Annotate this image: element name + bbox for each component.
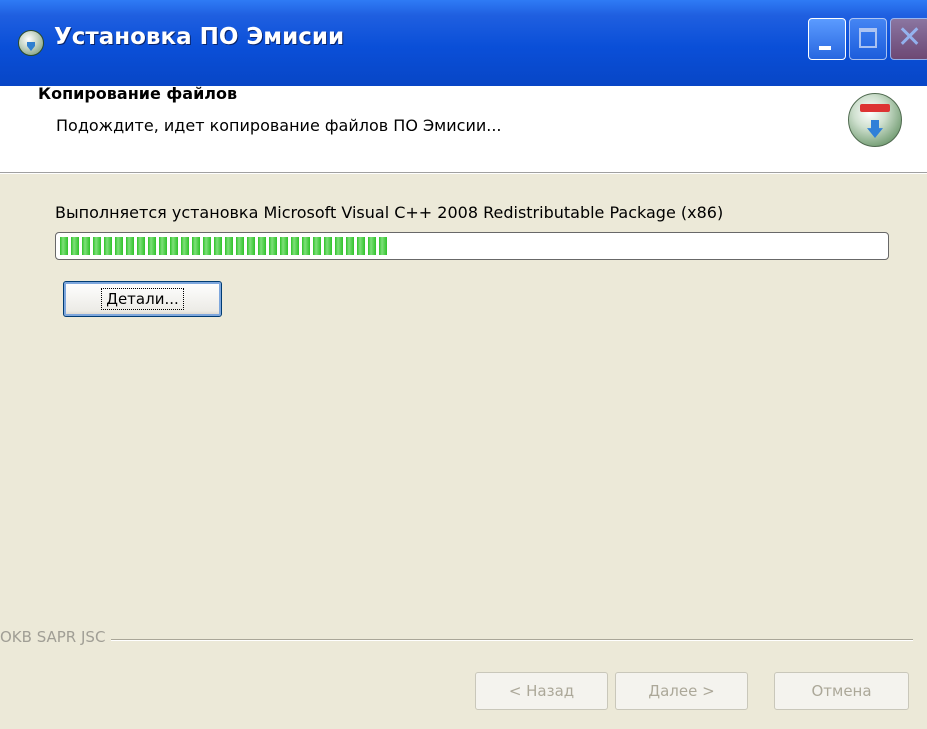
maximize-icon (859, 28, 877, 48)
title-bar[interactable]: Установка ПО Эмисии ✕ (0, 0, 927, 86)
page-subtitle: Подождите, идет копирование файлов ПО Эм… (56, 116, 502, 135)
close-icon: ✕ (897, 20, 923, 55)
app-icon (18, 30, 44, 56)
details-button-label: Детали... (101, 288, 184, 310)
maximize-button[interactable] (849, 18, 887, 60)
installer-globe-download-icon (848, 93, 902, 147)
close-button[interactable]: ✕ (890, 18, 927, 60)
progress-bar (55, 232, 889, 260)
progress-fill (60, 237, 390, 255)
page-title: Копирование файлов (38, 84, 238, 103)
cancel-button[interactable]: Отмена (774, 672, 909, 710)
minimize-button[interactable] (808, 18, 846, 60)
back-button[interactable]: < Назад (475, 672, 608, 710)
minimize-icon (819, 46, 831, 50)
details-button[interactable]: Детали... (63, 281, 222, 317)
window-title: Установка ПО Эмисии (54, 24, 345, 50)
branding-text: OKB SAPR JSC (0, 628, 112, 646)
branding-divider (20, 639, 913, 641)
install-status-text: Выполняется установка Microsoft Visual C… (55, 203, 724, 222)
next-button[interactable]: Далее > (615, 672, 748, 710)
